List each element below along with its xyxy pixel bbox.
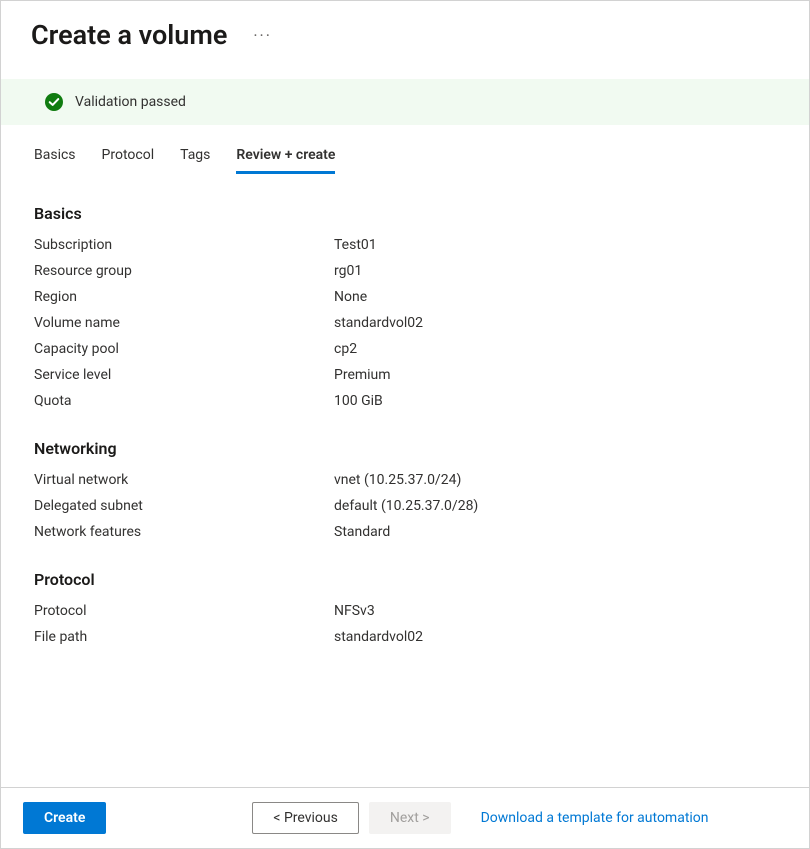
value-service-level: Premium [334,367,391,383]
label-file-path: File path [34,629,334,645]
tab-basics[interactable]: Basics [34,147,76,174]
row-service-level: Service level Premium [34,367,776,383]
more-actions-icon[interactable]: ··· [249,22,276,49]
value-protocol: NFSv3 [334,603,375,619]
value-subscription: Test01 [334,237,377,253]
value-capacity-pool: cp2 [334,341,357,357]
section-title-networking: Networking [34,439,776,458]
label-protocol: Protocol [34,603,334,619]
value-virtual-network: vnet (10.25.37.0/24) [334,472,461,488]
value-volume-name: standardvol02 [334,315,423,331]
label-quota: Quota [34,393,334,409]
label-delegated-subnet: Delegated subnet [34,498,334,514]
row-quota: Quota 100 GiB [34,393,776,409]
section-title-protocol: Protocol [34,570,776,589]
wizard-tabs: Basics Protocol Tags Review + create [1,125,809,174]
value-resource-group: rg01 [334,263,362,279]
previous-button[interactable]: < Previous [252,802,358,834]
label-network-features: Network features [34,524,334,540]
label-capacity-pool: Capacity pool [34,341,334,357]
row-subscription: Subscription Test01 [34,237,776,253]
validation-banner: Validation passed [1,79,809,125]
row-capacity-pool: Capacity pool cp2 [34,341,776,357]
download-template-link[interactable]: Download a template for automation [481,810,709,826]
row-network-features: Network features Standard [34,524,776,540]
row-file-path: File path standardvol02 [34,629,776,645]
tab-protocol[interactable]: Protocol [102,147,155,174]
success-check-icon [45,93,63,111]
page-title: Create a volume [31,19,227,51]
row-resource-group: Resource group rg01 [34,263,776,279]
value-quota: 100 GiB [334,393,383,409]
wizard-footer: Create < Previous Next > Download a temp… [1,787,809,848]
row-volume-name: Volume name standardvol02 [34,315,776,331]
tab-tags[interactable]: Tags [180,147,210,174]
value-region: None [334,289,367,305]
label-virtual-network: Virtual network [34,472,334,488]
value-file-path: standardvol02 [334,629,423,645]
create-button[interactable]: Create [23,802,106,834]
value-network-features: Standard [334,524,390,540]
label-region: Region [34,289,334,305]
row-virtual-network: Virtual network vnet (10.25.37.0/24) [34,472,776,488]
label-service-level: Service level [34,367,334,383]
row-protocol: Protocol NFSv3 [34,603,776,619]
next-button: Next > [369,802,451,834]
row-region: Region None [34,289,776,305]
tab-review-create[interactable]: Review + create [236,147,335,174]
label-subscription: Subscription [34,237,334,253]
label-volume-name: Volume name [34,315,334,331]
validation-message: Validation passed [75,94,186,110]
value-delegated-subnet: default (10.25.37.0/28) [334,498,478,514]
section-title-basics: Basics [34,204,776,223]
label-resource-group: Resource group [34,263,334,279]
row-delegated-subnet: Delegated subnet default (10.25.37.0/28) [34,498,776,514]
